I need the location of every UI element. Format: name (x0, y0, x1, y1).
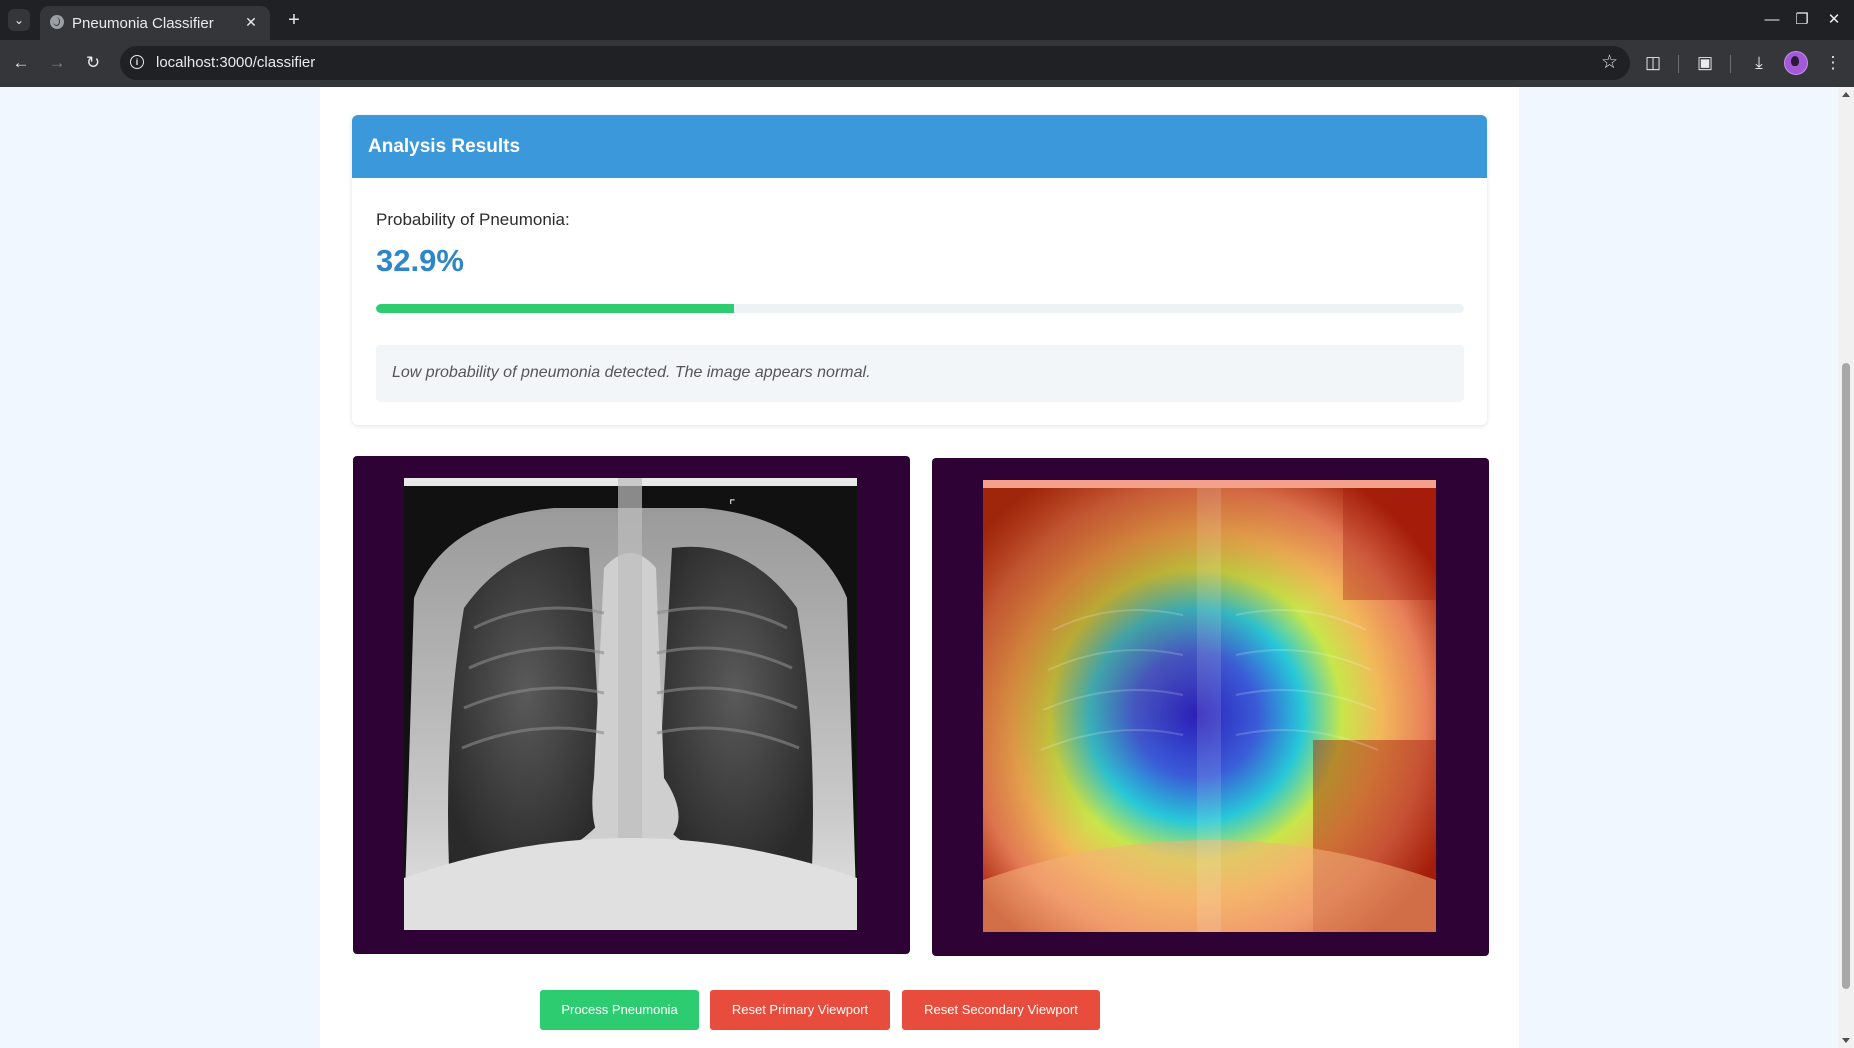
address-bar[interactable]: i localhost:3000/classifier ☆ (120, 46, 1630, 80)
screenshot-lens-icon[interactable]: ▣ (1692, 50, 1718, 76)
page-viewport: Analysis Results Probability of Pneumoni… (0, 87, 1854, 1048)
probability-progress-fill (376, 304, 734, 313)
globe-icon (50, 15, 64, 29)
reset-primary-viewport-button[interactable]: Reset Primary Viewport (710, 990, 890, 1030)
heatmap-overlay-image (983, 480, 1436, 932)
reload-icon[interactable]: ↻ (80, 50, 106, 76)
interpretation-box: Low probability of pneumonia detected. T… (376, 345, 1464, 402)
results-title: Analysis Results (368, 136, 521, 157)
chest-xray-image: ⌜ (404, 478, 857, 930)
interpretation-text: Low probability of pneumonia detected. T… (392, 364, 871, 381)
svg-text:⌜: ⌜ (729, 497, 736, 513)
close-window-icon[interactable]: ✕ (1822, 8, 1846, 32)
process-pneumonia-button[interactable]: Process Pneumonia (540, 990, 699, 1030)
probability-progress-bar (376, 304, 1464, 313)
main-container: Analysis Results Probability of Pneumoni… (320, 87, 1519, 1048)
browser-tab-bar: ⌄ Pneumonia Classifier ✕ + — ❐ ✕ (0, 0, 1854, 40)
tab-search-chevron-icon[interactable]: ⌄ (8, 9, 30, 31)
results-header: Analysis Results (352, 115, 1487, 178)
kebab-menu-icon[interactable]: ⋮ (1820, 50, 1846, 76)
primary-viewport[interactable]: ⌜ (353, 456, 910, 954)
back-arrow-icon[interactable]: ← (8, 50, 34, 76)
probability-value: 32.9% (376, 243, 464, 278)
tab-title: Pneumonia Classifier (72, 15, 214, 32)
browser-toolbar: ← → ↻ i localhost:3000/classifier ☆ ◫ ▣ … (0, 40, 1854, 87)
analysis-results-card: Analysis Results Probability of Pneumoni… (352, 115, 1487, 425)
toolbar-divider (1730, 55, 1731, 73)
secondary-viewport[interactable] (932, 458, 1489, 956)
new-tab-plus-icon[interactable]: + (282, 8, 306, 32)
probability-label: Probability of Pneumonia: (376, 210, 570, 229)
profile-avatar[interactable] (1784, 51, 1808, 75)
download-icon[interactable]: ⤓ (1746, 50, 1772, 76)
bookmark-star-icon[interactable]: ☆ (1601, 51, 1618, 74)
scroll-thumb[interactable] (1842, 363, 1850, 989)
reset-secondary-viewport-button[interactable]: Reset Secondary Viewport (902, 990, 1100, 1030)
page-scrollbar[interactable] (1838, 87, 1854, 1048)
url-text[interactable]: localhost:3000/classifier (156, 54, 315, 71)
scroll-down-arrow-icon[interactable] (1842, 1038, 1850, 1043)
minimize-icon[interactable]: — (1760, 8, 1784, 32)
forward-arrow-icon[interactable]: → (44, 50, 70, 76)
extensions-puzzle-icon[interactable]: ◫ (1640, 50, 1666, 76)
restore-icon[interactable]: ❐ (1790, 8, 1814, 32)
site-info-icon[interactable]: i (130, 55, 144, 69)
tab-close-icon[interactable]: ✕ (242, 13, 260, 31)
toolbar-divider (1678, 55, 1679, 73)
scroll-up-arrow-icon[interactable] (1842, 92, 1850, 97)
browser-tab[interactable]: Pneumonia Classifier ✕ (40, 6, 270, 40)
